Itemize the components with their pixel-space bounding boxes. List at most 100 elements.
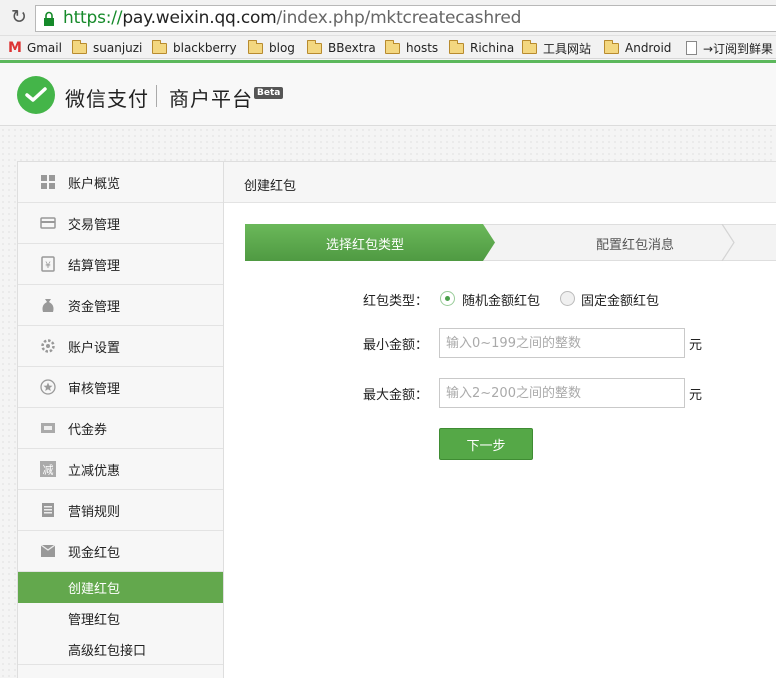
- gear-icon: [41, 339, 55, 353]
- folder-icon: [307, 39, 322, 54]
- sidebar-item-transactions[interactable]: 交易管理: [18, 203, 223, 244]
- sidebar-subitem-label: 高级红包接口: [68, 643, 147, 659]
- address-bar[interactable]: https://pay.weixin.qq.com/index.php/mktc…: [35, 5, 776, 32]
- sidebar-item-label: 现金红包: [68, 545, 121, 561]
- sidebar-subitem-label: 创建红包: [68, 582, 121, 597]
- step-2-label: 配置红包消息: [595, 238, 674, 253]
- rules-icon: [42, 503, 54, 517]
- folder-icon: [72, 39, 87, 54]
- max-amount-label: 最大金额：: [363, 388, 429, 403]
- page-icon: [686, 41, 697, 55]
- sidebar-item-cash-red-packet[interactable]: 现金红包: [18, 531, 223, 572]
- type-label: 红包类型：: [363, 294, 429, 309]
- browser-toolbar: ↻ https://pay.weixin.qq.com/index.php/mk…: [0, 0, 776, 36]
- voucher-icon: [41, 423, 55, 433]
- sidebar-item-label: 结算管理: [68, 258, 121, 274]
- fixed-amount-label[interactable]: 固定金额红包: [581, 290, 659, 309]
- sidebar-item-label: 资金管理: [68, 299, 121, 315]
- min-amount-label: 最小金额：: [363, 338, 429, 353]
- sidebar-subitem-advanced-api[interactable]: 高级红包接口: [18, 634, 223, 665]
- sidebar-subitem-create-red-packet[interactable]: 创建红包: [18, 572, 223, 603]
- url-text: https://pay.weixin.qq.com/index.php/mktc…: [63, 8, 521, 28]
- divider: [156, 85, 157, 107]
- svg-text:¥: ¥: [45, 261, 51, 271]
- sidebar-item-label: 营销规则: [68, 504, 121, 520]
- beta-badge: Beta: [254, 87, 284, 99]
- url-path: /index.php/mktcreatecashred: [276, 8, 522, 28]
- bookmark-label: Android: [625, 41, 672, 55]
- sidebar-item-funds[interactable]: 资金管理: [18, 285, 223, 326]
- bookmark-label: suanjuzi: [93, 41, 143, 55]
- bookmark-label: hosts: [406, 41, 439, 55]
- sidebar-item-voucher[interactable]: 代金券: [18, 408, 223, 449]
- random-amount-label[interactable]: 随机金额红包: [462, 290, 540, 309]
- bookmarks-bar: M Gmail suanjuzi blackberry blog BBextra …: [0, 36, 776, 59]
- sidebar-item-label: 代金券: [68, 422, 108, 438]
- site-header: 微信支付 商户平台 Beta: [0, 60, 776, 126]
- sidebar-item-label: 账户设置: [68, 340, 121, 356]
- bookmark-hosts[interactable]: hosts: [385, 39, 438, 57]
- bookmark-blackberry[interactable]: blackberry: [152, 39, 237, 57]
- sidebar-item-review[interactable]: 审核管理: [18, 367, 223, 408]
- bookmark-gmail[interactable]: M Gmail: [8, 39, 62, 57]
- sidebar-item-settlement[interactable]: ¥ 结算管理: [18, 244, 223, 285]
- svg-text:减: 减: [43, 464, 54, 477]
- bookmark-suanjuzi[interactable]: suanjuzi: [72, 39, 142, 57]
- sidebar-subitem-manage-red-packet[interactable]: 管理红包: [18, 603, 223, 634]
- bookmark-label: BBextra: [328, 41, 376, 55]
- wechat-pay-logo[interactable]: [17, 76, 55, 114]
- folder-icon: [522, 39, 537, 54]
- bookmark-label: Gmail: [26, 41, 62, 55]
- platform-name: 商户平台: [169, 87, 253, 111]
- bookmark-android[interactable]: Android: [604, 39, 671, 57]
- sidebar-subitem-label: 管理红包: [68, 613, 121, 628]
- bookmark-label: →订阅到鲜果: [703, 41, 774, 56]
- star-icon: [40, 379, 56, 395]
- sidebar-item-discount[interactable]: 减 立减优惠: [18, 449, 223, 490]
- max-amount-unit: 元: [689, 388, 703, 403]
- red-packet-icon: [40, 544, 56, 557]
- settlement-icon: ¥: [41, 256, 55, 272]
- bookmark-bbextra[interactable]: BBextra: [307, 39, 376, 57]
- next-step-button[interactable]: 下一步: [439, 428, 533, 460]
- bookmark-blog[interactable]: blog: [248, 39, 295, 57]
- main-panel: 创建红包 选择红包类型 配置红包消息 红包类型： 随机金额红包 固定金额红包 最…: [223, 161, 776, 678]
- url-host: pay.weixin.qq.com: [122, 8, 277, 28]
- sidebar-item-account-settings[interactable]: 账户设置: [18, 326, 223, 367]
- sidebar-item-label: 立减优惠: [68, 463, 121, 479]
- transaction-icon: [40, 217, 56, 229]
- min-amount-input[interactable]: [439, 328, 685, 358]
- bookmark-label: blog: [269, 41, 295, 55]
- brand-name: 微信支付: [65, 87, 149, 111]
- sidebar-item-account-overview[interactable]: 账户概览: [18, 162, 223, 203]
- bookmark-subscribe[interactable]: →订阅到鲜果: [686, 39, 773, 57]
- panel-header: 创建红包: [224, 162, 776, 203]
- bookmark-label: 工具网站: [543, 41, 592, 56]
- bookmark-label: blackberry: [173, 41, 237, 55]
- step-indicator: 选择红包类型 配置红包消息: [245, 224, 776, 261]
- min-amount-unit: 元: [689, 338, 703, 353]
- fixed-amount-radio[interactable]: [560, 291, 575, 306]
- reload-icon[interactable]: ↻: [8, 6, 30, 28]
- page-title: 创建红包: [244, 179, 297, 194]
- money-bag-icon: [42, 299, 54, 312]
- folder-icon: [248, 39, 263, 54]
- checkmark-icon: [25, 87, 47, 102]
- bookmark-label: Richina: [470, 41, 515, 55]
- max-amount-input[interactable]: [439, 378, 685, 408]
- step-1-label: 选择红包类型: [325, 238, 404, 253]
- bookmark-richina[interactable]: Richina: [449, 39, 514, 57]
- lock-icon: [44, 11, 54, 26]
- bookmark-tools[interactable]: 工具网站: [522, 39, 591, 57]
- sidebar-item-label: 审核管理: [68, 381, 121, 397]
- sidebar-item-marketing-rules[interactable]: 营销规则: [18, 490, 223, 531]
- dashboard-icon: [41, 175, 55, 189]
- folder-icon: [449, 39, 464, 54]
- url-protocol: https://: [63, 8, 123, 28]
- folder-icon: [152, 39, 167, 54]
- gmail-icon: M: [8, 40, 22, 56]
- sidebar-item-label: 账户概览: [68, 176, 121, 192]
- sidebar: 账户概览 交易管理 ¥ 结算管理 资金管理 账户设置 审核管理 代金券 减 立减…: [17, 161, 224, 678]
- sidebar-item-label: 交易管理: [68, 217, 121, 233]
- random-amount-radio[interactable]: [440, 291, 455, 306]
